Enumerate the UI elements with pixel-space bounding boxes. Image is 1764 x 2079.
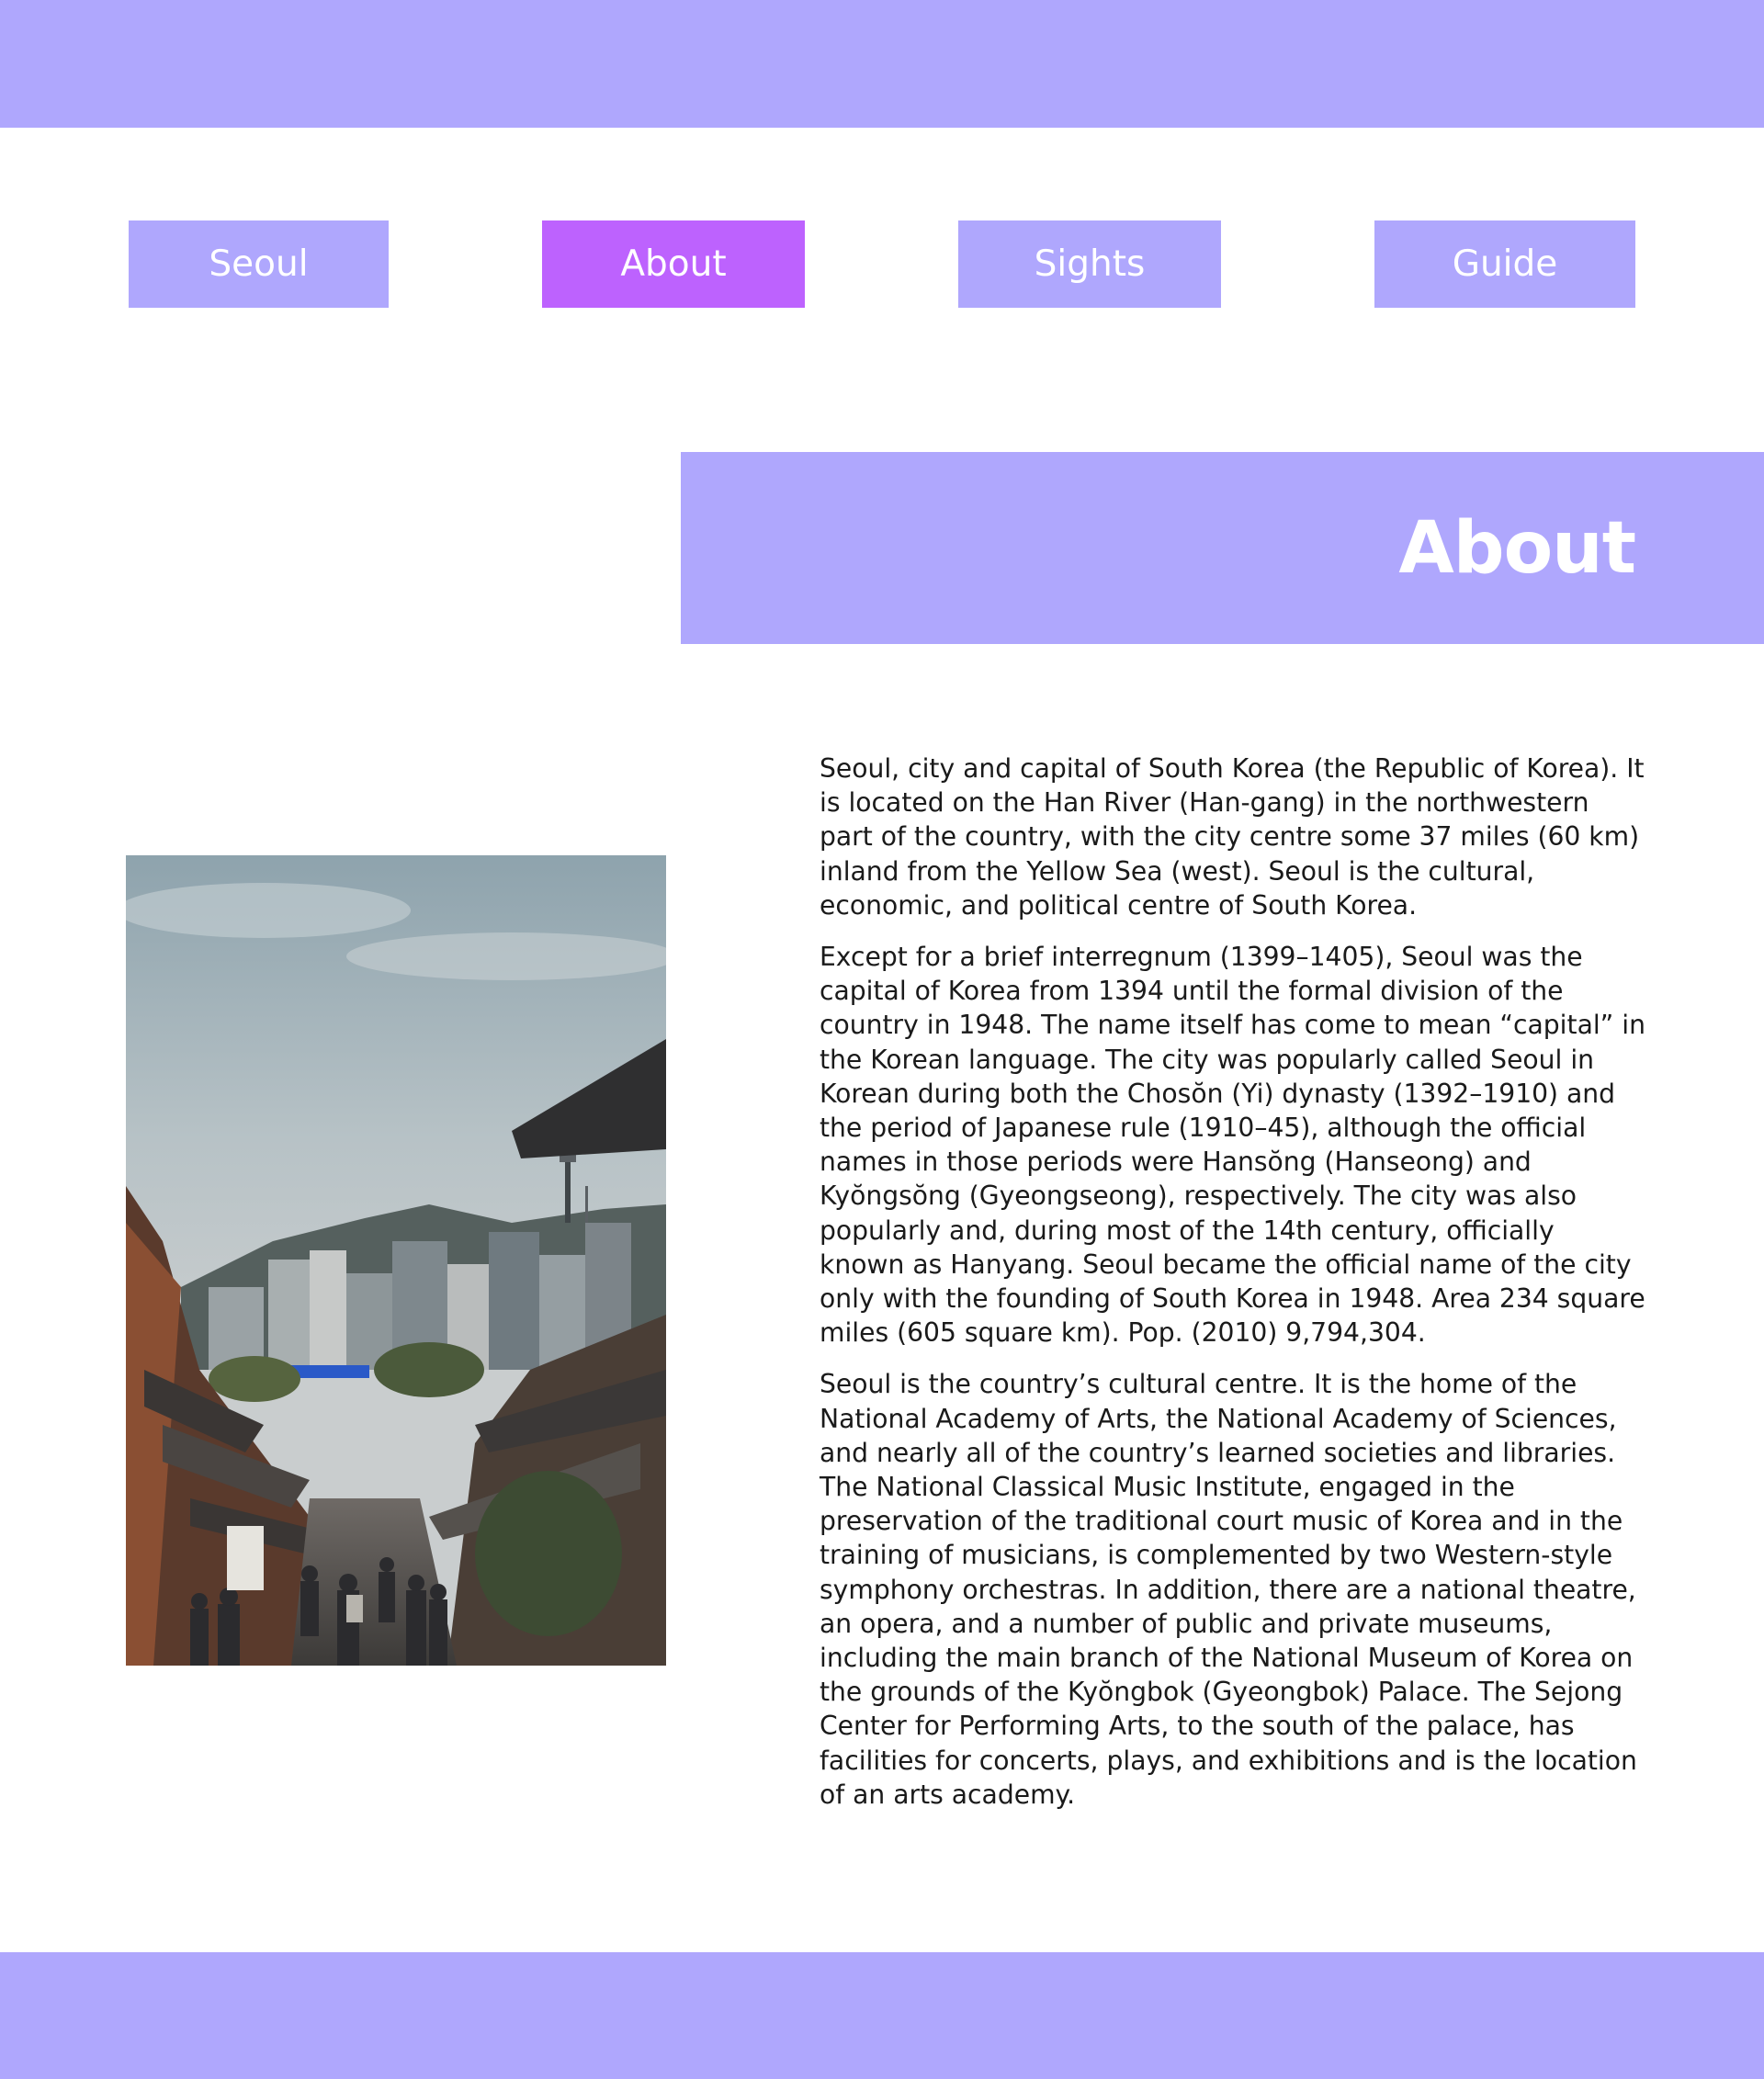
- article-paragraph-2: Except for a brief interregnum (1399–140…: [820, 942, 1645, 1349]
- article-paragraph-1: Seoul, city and capital of South Korea (…: [820, 753, 1645, 921]
- hanok-village-image: [126, 855, 666, 1666]
- seoul-street-photo: [126, 855, 666, 1666]
- nav-sights-button[interactable]: Sights: [958, 220, 1221, 308]
- about-article: Seoul, city and capital of South Korea (…: [820, 751, 1646, 1829]
- section-title: About: [1398, 506, 1636, 590]
- bottom-banner: [0, 1952, 1764, 2079]
- nav-guide-button[interactable]: Guide: [1374, 220, 1635, 308]
- nav-seoul-button[interactable]: Seoul: [129, 220, 389, 308]
- nav-about-button[interactable]: About: [542, 220, 805, 308]
- section-header: About: [681, 452, 1764, 644]
- article-paragraph-3: Seoul is the country’s cultural centre. …: [820, 1369, 1637, 1810]
- top-banner: [0, 0, 1764, 128]
